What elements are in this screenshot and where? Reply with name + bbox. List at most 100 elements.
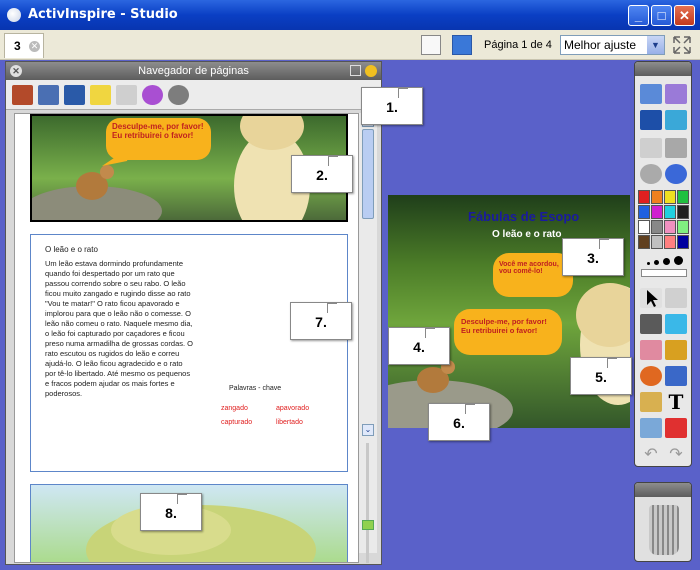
page-thumbnail-2[interactable]: O leão e o rato Um leão estava dormindo … — [30, 234, 348, 472]
chevron-down-icon[interactable]: ▼ — [647, 36, 664, 54]
redo-icon[interactable]: ↷ — [665, 444, 687, 464]
keywords-list: zangado apavorado capturado libertado — [221, 405, 341, 426]
tab-flipchart[interactable]: 3 ✕ — [4, 33, 44, 58]
color-swatch[interactable] — [664, 205, 676, 219]
zoom-select[interactable]: Melhor ajuste ▼ — [560, 35, 665, 55]
fill-icon[interactable] — [665, 340, 687, 360]
minimize-button[interactable]: _ — [628, 5, 649, 26]
panel-menu-icon[interactable] — [350, 65, 361, 76]
color-swatch[interactable] — [651, 205, 663, 219]
shape-icon[interactable] — [640, 366, 662, 386]
color-swatch[interactable] — [677, 220, 689, 234]
canvas-title: Fábulas de Esopo — [468, 209, 580, 224]
mouse-speech-thumbnail: Desculpe-me, por favor! Eu retribuirei o… — [106, 118, 211, 160]
trash-header — [635, 483, 691, 497]
mouse-speech-bubble[interactable]: Desculpe-me, por favor! Eu retribuirei o… — [454, 309, 562, 355]
previous-page-icon[interactable] — [640, 164, 662, 184]
callout-8: 8. — [140, 493, 202, 531]
window-title: ActivInspire - Studio — [28, 7, 178, 22]
color-swatch[interactable] — [651, 190, 663, 204]
action-browser-icon[interactable] — [142, 85, 163, 105]
navigator-tools — [6, 80, 381, 110]
keyword: libertado — [276, 419, 303, 426]
pen-icon[interactable] — [640, 314, 662, 334]
eraser-icon[interactable] — [640, 340, 662, 360]
panel-close-icon[interactable]: ✕ — [10, 65, 22, 77]
keyword: capturado — [221, 419, 253, 426]
keyword: zangado — [221, 405, 248, 412]
main-toolbox: T ↶ ↷ — [634, 61, 692, 467]
slider-handle[interactable] — [362, 520, 374, 530]
toolbox-header — [635, 62, 691, 76]
tools-icon[interactable] — [665, 288, 687, 308]
color-swatch[interactable] — [638, 220, 650, 234]
callout-3: 3. — [562, 238, 624, 276]
color-swatch[interactable] — [677, 205, 689, 219]
page-list-icon[interactable] — [421, 35, 441, 55]
connector-icon[interactable] — [665, 366, 687, 386]
clear-icon[interactable] — [640, 418, 662, 438]
object-browser-icon[interactable] — [64, 85, 85, 105]
trash-icon[interactable] — [649, 505, 679, 555]
color-swatch[interactable] — [664, 235, 676, 249]
reset-icon[interactable] — [665, 418, 687, 438]
undo-page-icon[interactable] — [640, 138, 662, 158]
color-swatch[interactable] — [638, 235, 650, 249]
scroll-thumb[interactable] — [362, 129, 374, 219]
color-swatch[interactable] — [638, 205, 650, 219]
zoom-value: Melhor ajuste — [564, 38, 637, 52]
page-browser-icon[interactable] — [12, 85, 33, 105]
color-swatch[interactable] — [664, 220, 676, 234]
color-swatch[interactable] — [677, 190, 689, 204]
main-toolbar: 3 ✕ Página 1 de 4 Melhor ajuste ▼ — [0, 30, 700, 60]
color-swatch[interactable] — [651, 235, 663, 249]
keyword: apavorado — [276, 405, 310, 412]
color-swatch[interactable] — [677, 235, 689, 249]
color-palette — [638, 190, 690, 250]
scroll-down-icon[interactable]: ⌄ — [362, 424, 374, 436]
panel-header: ✕ Navegador de páginas — [6, 62, 381, 80]
snowflake-icon[interactable] — [452, 35, 472, 55]
callout-2: 2. — [291, 155, 353, 193]
panel-title: Navegador de páginas — [138, 65, 249, 77]
pen-width-dots[interactable] — [641, 254, 687, 265]
color-swatch[interactable] — [651, 220, 663, 234]
color-swatch[interactable] — [638, 190, 650, 204]
close-button[interactable]: ✕ — [674, 5, 695, 26]
voting-browser-icon[interactable] — [168, 85, 189, 105]
story-title: O leão e o rato — [45, 245, 98, 254]
thumbnail-size-slider[interactable] — [366, 443, 369, 563]
flipchart-icon[interactable] — [640, 110, 662, 130]
navigator-scrollbar[interactable]: ⌃ ⌄ — [359, 113, 377, 563]
lion-speech-bubble[interactable]: Você me acordou, vou comê-lo! — [493, 253, 573, 297]
canvas-subtitle: O leão e o rato — [492, 229, 562, 240]
maximize-button[interactable]: □ — [651, 5, 672, 26]
profile-icon[interactable] — [665, 84, 687, 104]
pen-width-slider[interactable] — [641, 269, 687, 277]
notes-browser-icon[interactable] — [90, 85, 111, 105]
keywords-title: Palavras - chave — [229, 385, 282, 392]
tab-number: 3 — [14, 39, 21, 53]
callout-7: 7. — [290, 302, 352, 340]
story-paragraph: Um leão estava dormindo profundamente qu… — [45, 259, 193, 398]
highlighter-icon[interactable] — [665, 314, 687, 334]
color-swatch[interactable] — [664, 190, 676, 204]
select-cursor-icon[interactable] — [640, 288, 662, 308]
title-bar: ActivInspire - Studio _ □ ✕ — [0, 0, 700, 30]
callout-5: 5. — [570, 357, 632, 395]
print-icon[interactable] — [665, 138, 687, 158]
desktop-annotate-icon[interactable] — [665, 110, 687, 130]
fullscreen-icon[interactable] — [672, 35, 692, 55]
trash-panel — [634, 482, 692, 562]
undo-icon[interactable]: ↶ — [640, 444, 662, 464]
clipart-icon[interactable] — [640, 392, 662, 412]
callout-6: 6. — [428, 403, 490, 441]
main-menu-icon[interactable] — [640, 84, 662, 104]
next-page-icon[interactable] — [665, 164, 687, 184]
pin-icon[interactable] — [365, 65, 377, 77]
resource-browser-icon[interactable] — [38, 85, 59, 105]
page-indicator: Página 1 de 4 — [484, 39, 552, 51]
text-icon[interactable]: T — [665, 392, 687, 412]
tab-close-icon[interactable]: ✕ — [29, 41, 40, 52]
property-browser-icon[interactable] — [116, 85, 137, 105]
